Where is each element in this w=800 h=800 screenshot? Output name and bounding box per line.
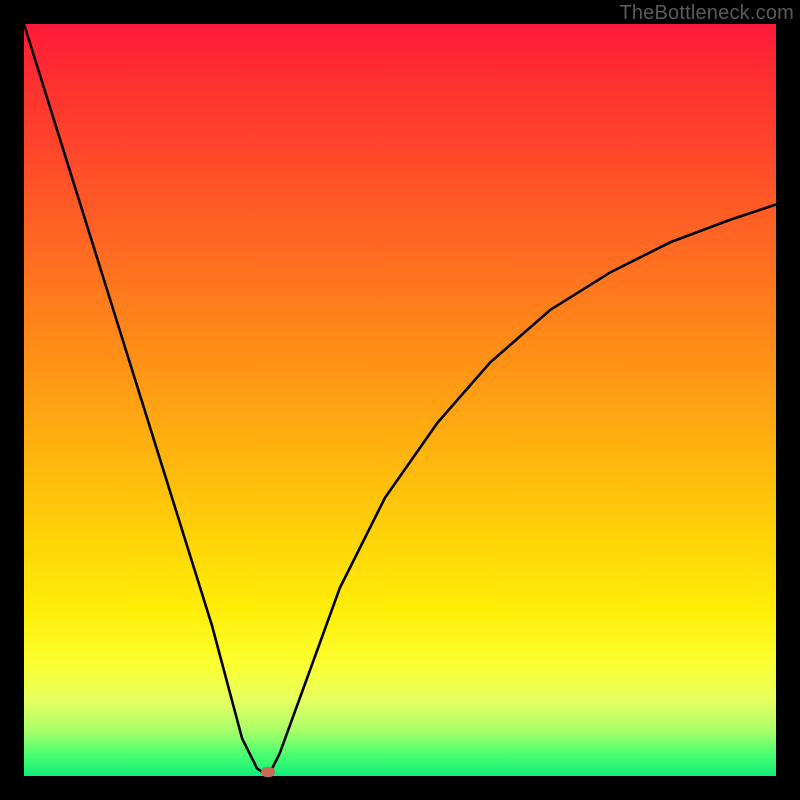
curve-path	[24, 24, 776, 776]
chart-frame: TheBottleneck.com	[0, 0, 800, 800]
optimum-marker	[261, 767, 275, 777]
plot-area	[24, 24, 776, 776]
bottleneck-curve	[24, 24, 776, 776]
watermark-text: TheBottleneck.com	[619, 2, 794, 25]
